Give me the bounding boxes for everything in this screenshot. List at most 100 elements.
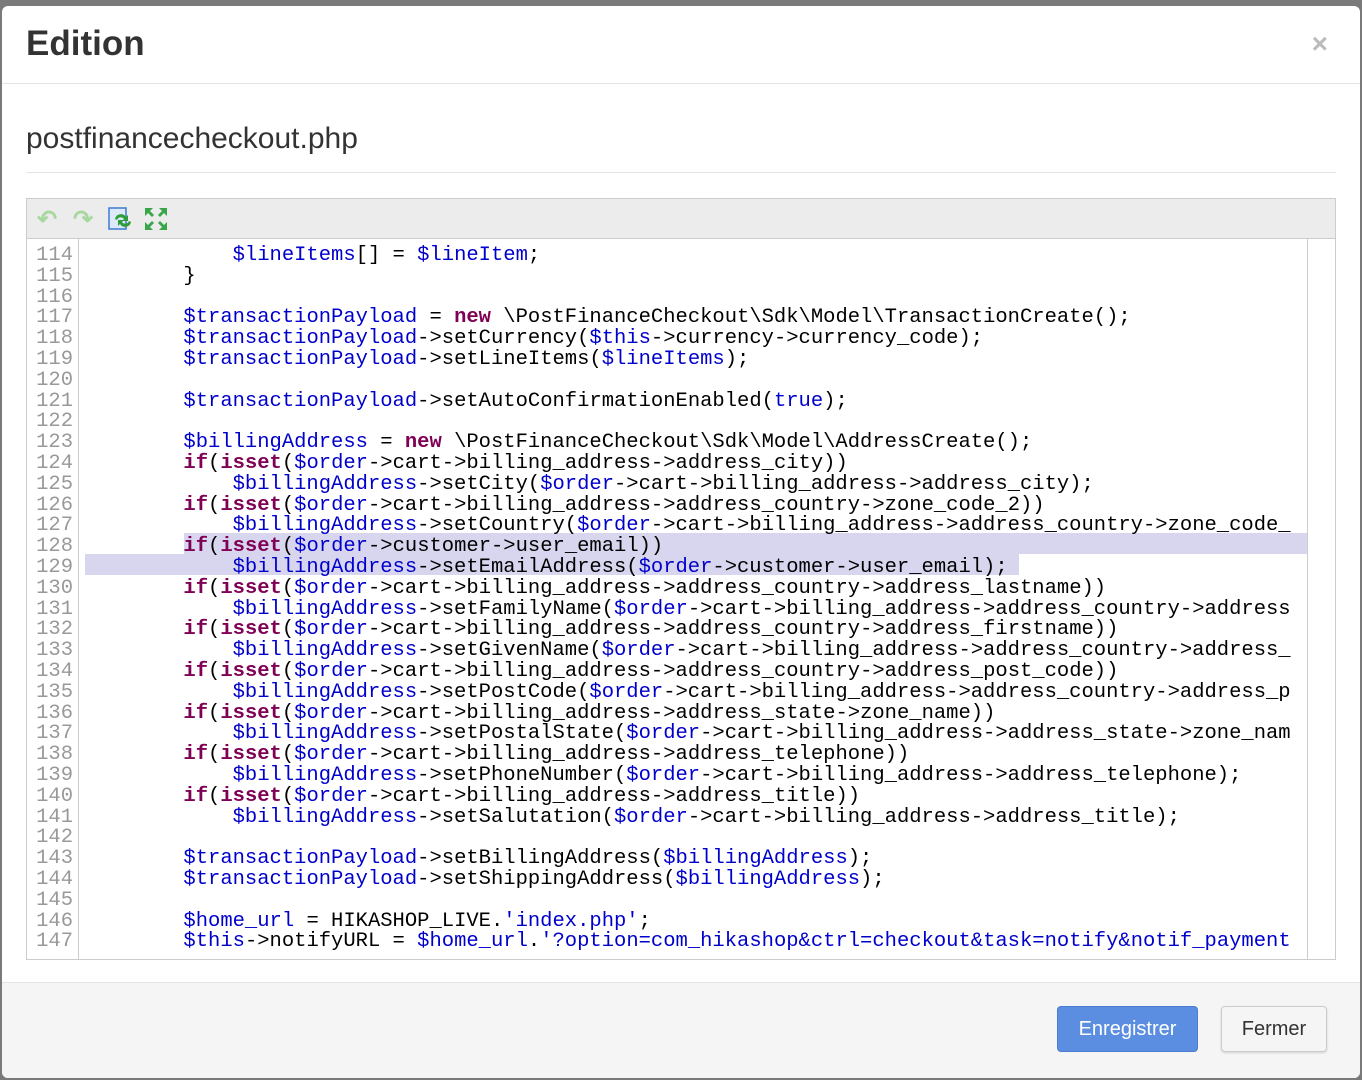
- line-number: 141: [36, 805, 73, 829]
- keyword-token: isset: [220, 618, 282, 642]
- keyword-token: if: [183, 659, 209, 683]
- variable-token: $order: [540, 472, 614, 496]
- code-token: ->setAutoConfirmationEnabled(: [417, 389, 774, 413]
- code-token: (: [281, 659, 295, 683]
- line-code: if(isset($order->cart->billing_address->…: [85, 576, 1107, 600]
- code-token: (: [208, 535, 221, 559]
- variable-token: $billingAddress: [232, 639, 418, 663]
- code-token: ->setFamilyName(: [417, 597, 614, 621]
- reload-icon[interactable]: [107, 206, 133, 232]
- line-number: 140: [36, 784, 73, 808]
- keyword-token: isset: [220, 451, 282, 475]
- code-token: ->cart->billing_address->address_telepho…: [367, 743, 910, 767]
- edition-modal: Edition × postfinancecheckout.php ↶ ↷ 11…: [2, 6, 1360, 1078]
- variable-token: $order: [626, 763, 701, 787]
- code-token: ->cart->billing_address->address_country…: [367, 576, 1107, 600]
- line-code: if(isset($order->cart->billing_address->…: [85, 493, 1045, 517]
- code-line: 143 $transactionPayload->setBillingAddre…: [27, 847, 1307, 871]
- code-line: 127 $billingAddress->setCountry($order->…: [27, 514, 1307, 538]
- code-token: ->cart->billing_address->address_country…: [663, 680, 1291, 704]
- code-token: (: [208, 784, 221, 808]
- variable-token: $home_url: [417, 930, 528, 954]
- code-token: );: [860, 867, 885, 891]
- variable-token: $billingAddress: [675, 867, 861, 891]
- line-code: $billingAddress->setSalutation($order->c…: [85, 805, 1180, 829]
- code-token: (: [281, 618, 295, 642]
- line-number: 130: [36, 576, 73, 600]
- code-token: ->setPostalState(: [417, 722, 627, 746]
- code-token: );: [724, 347, 750, 371]
- code-line: 134 if(isset($order->cart->billing_addre…: [27, 659, 1307, 683]
- line-code: $billingAddress->setPostCode($order->car…: [85, 680, 1291, 704]
- keyword-token: if: [183, 535, 209, 559]
- code-line: 116: [27, 287, 1307, 309]
- line-number: 127: [36, 514, 73, 538]
- close-button[interactable]: Fermer: [1221, 1006, 1327, 1052]
- variable-token: $this: [589, 327, 651, 351]
- variable-token: $billingAddress: [232, 514, 418, 538]
- editor-toolbar: ↶ ↷: [27, 199, 1335, 239]
- code-token: ->setCity(: [417, 472, 541, 496]
- code-token: ->cart->billing_address->address_country…: [367, 659, 1119, 683]
- close-icon[interactable]: ×: [1312, 28, 1328, 60]
- code-token: (: [281, 451, 295, 475]
- fullscreen-icon[interactable]: [143, 206, 169, 232]
- code-lines: 114 $lineItems[] = $lineItem; 115 } 116 117…: [27, 244, 1307, 954]
- variable-token: $transactionPayload: [183, 389, 418, 413]
- code-token: (: [281, 743, 295, 767]
- line-code: $billingAddress = new \PostFinanceChecko…: [85, 431, 1032, 455]
- code-line: 120: [27, 370, 1307, 392]
- variable-token: $billingAddress: [663, 847, 848, 871]
- code-token: (: [208, 701, 221, 725]
- variable-token: $transactionPayload: [183, 347, 418, 371]
- variable-token: $lineItem: [417, 244, 528, 267]
- code-line: 144 $transactionPayload->setShippingAddr…: [27, 867, 1307, 891]
- undo-icon[interactable]: ↶: [34, 206, 60, 233]
- line-number: 115: [36, 264, 73, 288]
- code-token: (: [208, 659, 221, 683]
- line-number: 142: [36, 826, 73, 850]
- modal-footer: Enregistrer Fermer: [2, 982, 1360, 1078]
- line-number: 135: [36, 680, 73, 704]
- line-code: }: [85, 264, 196, 288]
- code-token: ->cart->billing_address->address_country…: [367, 493, 1045, 517]
- line-number: 118: [36, 327, 73, 351]
- code-token: );: [823, 389, 848, 413]
- code-token: }: [85, 264, 196, 288]
- code-token: ->cart->billing_address->address_telepho…: [700, 763, 1242, 787]
- code-line: 123 $billingAddress = new \PostFinanceCh…: [27, 431, 1307, 455]
- code-editor[interactable]: ↶ ↷ 114 $lineItems[] = $lineItem; 115 } 11…: [26, 198, 1336, 960]
- variable-token: $transactionPayload: [183, 327, 418, 351]
- save-button[interactable]: Enregistrer: [1057, 1006, 1198, 1052]
- code-token: (: [208, 743, 221, 767]
- code-token: = HIKASHOP_LIVE.: [294, 909, 504, 933]
- code-line: 130 if(isset($order->cart->billing_addre…: [27, 576, 1307, 600]
- variable-token: $order: [614, 805, 688, 829]
- keyword-token: isset: [220, 701, 282, 725]
- string-token: '?option=com_hikashop&ctrl=checkout&task…: [540, 930, 1291, 954]
- code-line: 142: [27, 828, 1307, 849]
- code-area[interactable]: 114 $lineItems[] = $lineItem; 115 } 116 117…: [27, 239, 1308, 959]
- keyword-token: if: [183, 701, 209, 725]
- code-token: =: [367, 431, 405, 455]
- code-token: \PostFinanceCheckout\Sdk\Model\Transacti…: [490, 306, 1131, 330]
- code-token: ->cart->billing_address->address_state->…: [700, 722, 1291, 746]
- line-number: 121: [36, 389, 73, 413]
- line-number: 129: [36, 555, 73, 579]
- line-code: $home_url = HIKASHOP_LIVE.'index.php';: [85, 909, 651, 933]
- line-number: 122: [36, 410, 73, 434]
- code-token: [] =: [355, 244, 418, 267]
- line-code: if(isset($order->cart->billing_address->…: [85, 451, 847, 475]
- redo-icon[interactable]: ↷: [70, 206, 96, 233]
- variable-token: $billingAddress: [183, 431, 368, 455]
- code-line: 147 $this->notifyURL = $home_url.'?optio…: [27, 930, 1307, 954]
- variable-token: $billingAddress: [232, 597, 418, 621]
- line-number: 114: [36, 244, 73, 267]
